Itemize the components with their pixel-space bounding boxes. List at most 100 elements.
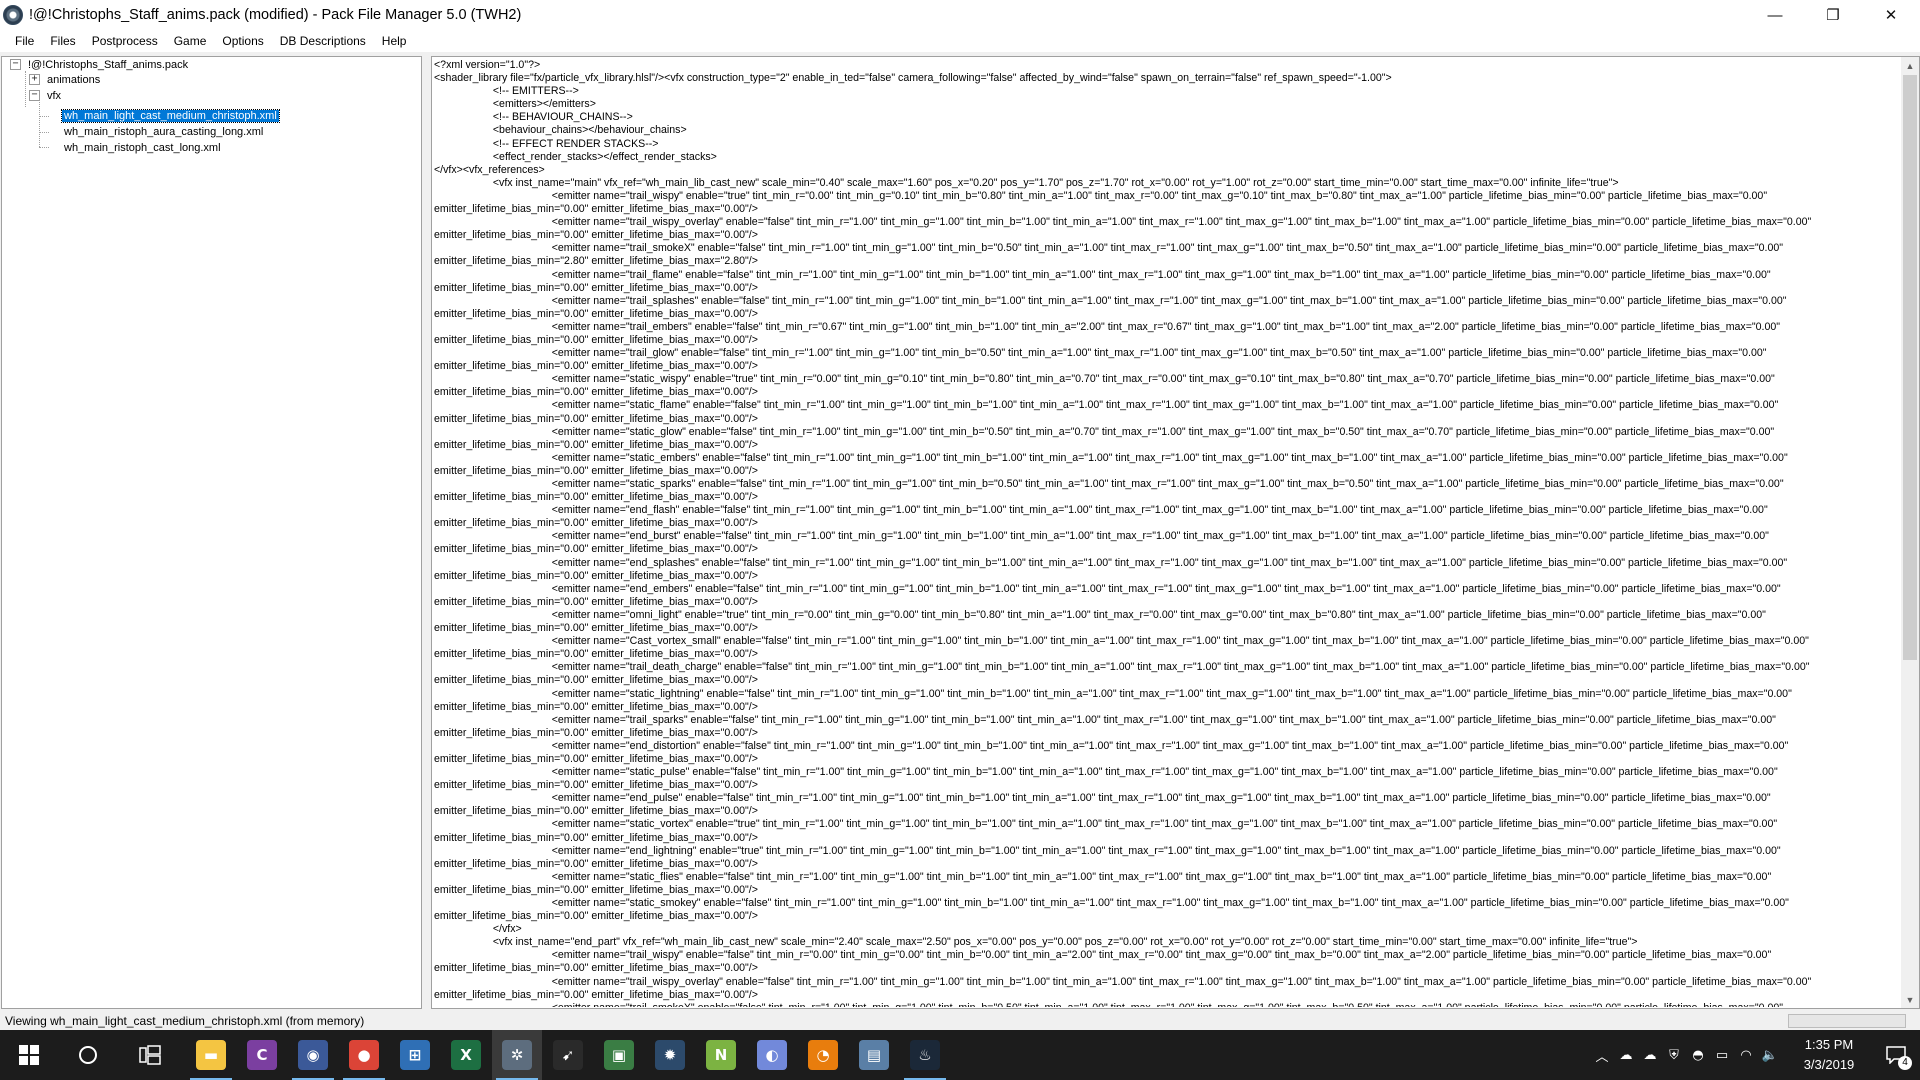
tree-node-animations[interactable]: + animations bbox=[29, 72, 102, 87]
xml-line: emitter_lifetime_bias_min="0.00" emitter… bbox=[434, 910, 758, 923]
xml-line: emitter_lifetime_bias_min="0.00" emitter… bbox=[434, 857, 758, 870]
menu-files[interactable]: Files bbox=[42, 30, 83, 52]
xml-line: <emitter name="static_glow" enable="fals… bbox=[434, 425, 1775, 438]
taskbar-app-photo-button[interactable]: ▤ bbox=[849, 1030, 899, 1080]
xml-line: <emitter name="trail_wispy_overlay" enab… bbox=[434, 975, 1812, 988]
tree-node-root[interactable]: − !@!Christophs_Staff_anims.pack bbox=[10, 57, 190, 72]
start-button[interactable] bbox=[0, 1030, 58, 1080]
menu-help[interactable]: Help bbox=[374, 30, 415, 52]
xml-line: <emitter name="omni_light" enable="true"… bbox=[434, 608, 1766, 621]
menu-postprocess[interactable]: Postprocess bbox=[84, 30, 166, 52]
xml-line: <effect_render_stacks></effect_render_st… bbox=[434, 150, 717, 163]
scroll-down-icon[interactable]: ▼ bbox=[1901, 991, 1919, 1008]
window-title: !@!Christophs_Staff_anims.pack (modified… bbox=[29, 7, 522, 23]
tree-connector bbox=[25, 71, 26, 107]
xml-line: <emitter name="trail_smokeX" enable="fal… bbox=[434, 1002, 1900, 1007]
tree-file-label-selected[interactable]: wh_main_light_cast_medium_christoph.xml bbox=[61, 108, 280, 123]
xml-line: <emitter name="end_lightning" enable="tr… bbox=[434, 844, 1781, 857]
menu-game[interactable]: Game bbox=[166, 30, 215, 52]
taskbar-app-gear-blue-button[interactable]: ✹ bbox=[645, 1030, 695, 1080]
xml-line: emitter_lifetime_bias_min="0.00" emitter… bbox=[434, 831, 758, 844]
tray-wifi-icon[interactable]: ◠ bbox=[1734, 1030, 1758, 1080]
windows-taskbar: ▬ C ◉ ● ⊞ X ✲ ➹ ▣ ✹ N ◐ ◔ ▤ ♨ ︿ ☁ ☁ ⛨ ◓ ▭ ◠ 🔈 1:35 PM 3/3/201… bbox=[0, 1030, 1920, 1080]
xml-line: emitter_lifetime_bias_min="0.00" emitter… bbox=[434, 622, 758, 635]
xml-line: emitter_lifetime_bias_min="0.00" emitter… bbox=[434, 595, 758, 608]
taskbar-app-blender-button[interactable]: ◔ bbox=[798, 1030, 848, 1080]
taskbar-steam-button[interactable]: ♨ bbox=[900, 1030, 950, 1080]
xml-text-area[interactable]: <?xml version="1.0"?> <shader_library fil… bbox=[434, 59, 1900, 1007]
cortana-circle-icon bbox=[79, 1046, 97, 1064]
taskbar-excel-button[interactable]: X bbox=[441, 1030, 491, 1080]
status-progress-bar bbox=[1788, 1014, 1906, 1028]
xml-line: emitter_lifetime_bias_min="0.00" emitter… bbox=[434, 883, 758, 896]
xml-line: <emitter name="static_wispy" enable="tru… bbox=[434, 373, 1775, 386]
scroll-up-icon[interactable]: ▲ bbox=[1901, 57, 1919, 74]
cortana-search-button[interactable] bbox=[60, 1030, 116, 1080]
taskbar-app-lock-button[interactable]: ◉ bbox=[288, 1030, 338, 1080]
scroll-thumb[interactable] bbox=[1903, 75, 1917, 660]
xml-line: emitter_lifetime_bias_min="0.00" emitter… bbox=[434, 569, 758, 582]
tray-shield-icon[interactable]: ⛨ bbox=[1662, 1030, 1686, 1080]
taskbar-file-explorer-button[interactable]: ▬ bbox=[186, 1030, 236, 1080]
menu-file[interactable]: File bbox=[0, 30, 42, 52]
tray-onedrive-icon[interactable]: ☁ bbox=[1638, 1030, 1662, 1080]
taskbar-app-folder-tools-button[interactable]: ▣ bbox=[594, 1030, 644, 1080]
vertical-scrollbar[interactable]: ▲ ▼ bbox=[1901, 57, 1919, 1008]
system-tray: ︿ ☁ ☁ ⛨ ◓ ▭ ◠ 🔈 1:35 PM 3/3/2019 4 bbox=[1590, 1030, 1920, 1080]
xml-line: emitter_lifetime_bias_min="0.00" emitter… bbox=[434, 648, 758, 661]
tray-usb-icon[interactable]: ◓ bbox=[1686, 1030, 1710, 1080]
tree-file-item[interactable]: wh_main_light_cast_medium_christoph.xml bbox=[61, 108, 280, 123]
menu-options[interactable]: Options bbox=[214, 30, 271, 52]
taskbar-discord-button[interactable]: ◐ bbox=[747, 1030, 797, 1080]
taskbar-notepad-plus-button[interactable]: N bbox=[696, 1030, 746, 1080]
xml-line: emitter_lifetime_bias_min="0.00" emitter… bbox=[434, 543, 758, 556]
taskbar-pack-file-manager-button[interactable]: ✲ bbox=[492, 1030, 542, 1080]
xml-line: <emitter name="static_flame" enable="fal… bbox=[434, 399, 1779, 412]
clock[interactable]: 1:35 PM 3/3/2019 bbox=[1786, 1035, 1872, 1075]
network-tool-icon: ⊞ bbox=[400, 1040, 430, 1070]
expand-icon[interactable]: + bbox=[29, 74, 40, 85]
tree-file-label[interactable]: wh_main_ristoph_aura_casting_long.xml bbox=[62, 126, 265, 138]
app-lock-icon: ◉ bbox=[298, 1040, 328, 1070]
tree-file-item[interactable]: wh_main_ristoph_aura_casting_long.xml bbox=[62, 124, 265, 139]
minimize-button[interactable]: — bbox=[1746, 0, 1804, 30]
xml-line: emitter_lifetime_bias_min="0.00" emitter… bbox=[434, 752, 758, 765]
task-view-button[interactable] bbox=[122, 1030, 178, 1080]
tray-battery-icon[interactable]: ▭ bbox=[1710, 1030, 1734, 1080]
xml-line: emitter_lifetime_bias_min="0.00" emitter… bbox=[434, 779, 758, 792]
tray-cloud-icon[interactable]: ☁ bbox=[1614, 1030, 1638, 1080]
xml-line: <emitter name="trail_wispy_overlay" enab… bbox=[434, 216, 1812, 229]
taskbar-app-arrow-button[interactable]: ➹ bbox=[543, 1030, 593, 1080]
title-bar[interactable]: !@!Christophs_Staff_anims.pack (modified… bbox=[0, 0, 1920, 30]
taskbar-network-tool-button[interactable]: ⊞ bbox=[390, 1030, 440, 1080]
menu-bar: File Files Postprocess Game Options DB D… bbox=[0, 30, 1920, 52]
xml-line: <emitter name="trail_flame" enable="fals… bbox=[434, 268, 1771, 281]
menu-db-descriptions[interactable]: DB Descriptions bbox=[272, 30, 374, 52]
tray-chevron-up-icon[interactable]: ︿ bbox=[1590, 1030, 1614, 1080]
app-arrow-icon: ➹ bbox=[553, 1040, 583, 1070]
restore-button[interactable]: ❐ bbox=[1804, 0, 1862, 30]
xml-line: emitter_lifetime_bias_min="0.00" emitter… bbox=[434, 386, 758, 399]
tray-icon-list: ︿ ☁ ☁ ⛨ ◓ ▭ ◠ 🔈 bbox=[1590, 1030, 1782, 1080]
tree-file-item[interactable]: wh_main_ristoph_cast_long.xml bbox=[62, 140, 223, 155]
xml-line: <emitter name="trail_splashes" enable="f… bbox=[434, 294, 1787, 307]
clock-time: 1:35 PM bbox=[1804, 1037, 1854, 1052]
action-center-button[interactable]: 4 bbox=[1872, 1030, 1920, 1080]
xml-line: emitter_lifetime_bias_min="0.00" emitter… bbox=[434, 805, 758, 818]
taskbar-chrome-button[interactable]: ● bbox=[339, 1030, 389, 1080]
collapse-icon[interactable]: − bbox=[29, 90, 40, 101]
xml-line: emitter_lifetime_bias_min="0.00" emitter… bbox=[434, 229, 758, 242]
xml-line: <emitter name="trail_sparks" enable="fal… bbox=[434, 713, 1776, 726]
tree-node-vfx[interactable]: − vfx bbox=[29, 88, 63, 103]
tray-volume-icon[interactable]: 🔈 bbox=[1758, 1030, 1782, 1080]
xml-line: emitter_lifetime_bias_min="0.00" emitter… bbox=[434, 517, 758, 530]
xml-line: <emitter name="end_pulse" enable="false"… bbox=[434, 792, 1771, 805]
close-button[interactable]: ✕ bbox=[1862, 0, 1920, 30]
pane-splitter[interactable] bbox=[422, 56, 430, 1009]
xml-editor[interactable]: <?xml version="1.0"?> <shader_library fil… bbox=[431, 56, 1920, 1009]
pack-tree-view[interactable]: − !@!Christophs_Staff_anims.pack + anima… bbox=[1, 56, 422, 1009]
tree-file-label[interactable]: wh_main_ristoph_cast_long.xml bbox=[62, 142, 223, 154]
taskbar-app-c-button[interactable]: C bbox=[237, 1030, 287, 1080]
tree-connector bbox=[39, 147, 49, 148]
collapse-icon[interactable]: − bbox=[10, 59, 21, 70]
